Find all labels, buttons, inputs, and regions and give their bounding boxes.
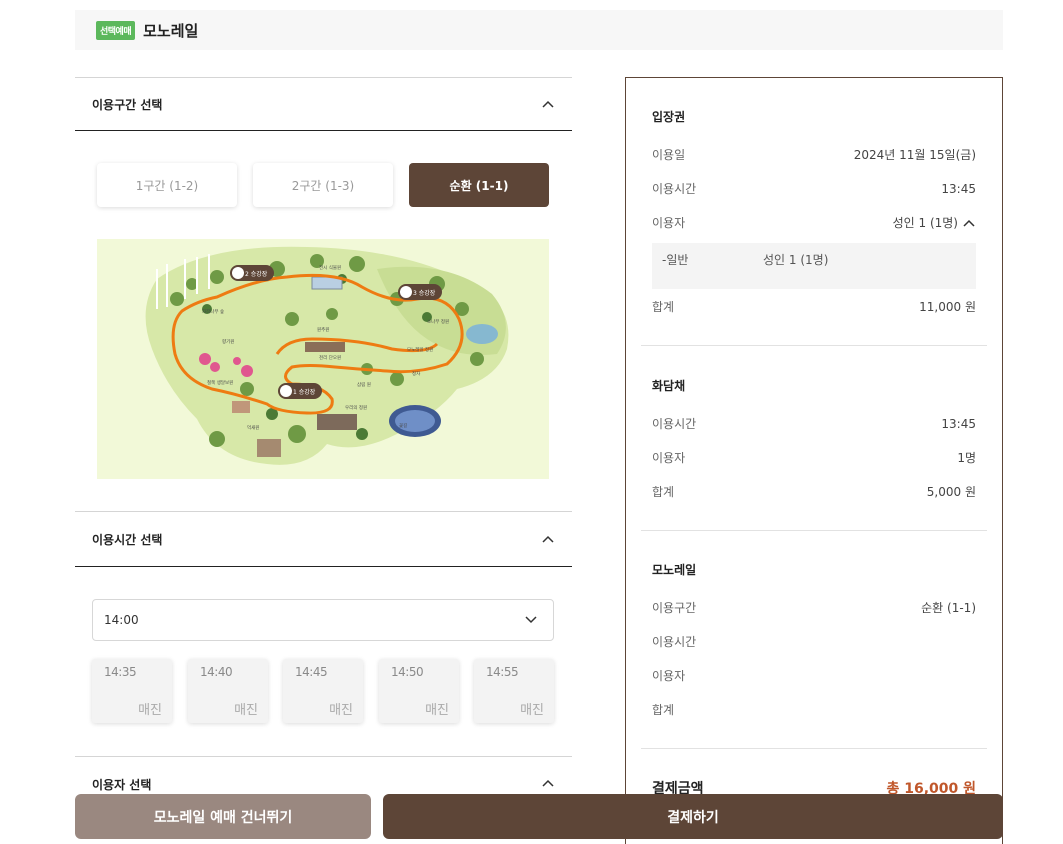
summary-label: 이용구간 (652, 601, 697, 615)
divider (641, 530, 987, 531)
chevron-up-icon[interactable] (541, 532, 555, 546)
summary-label: 합계 (652, 703, 675, 717)
summary-label: 이용시간 (652, 182, 697, 196)
station-label-1: 1 승강장 (293, 388, 316, 396)
slot-status: 매진 (520, 703, 544, 718)
summary-row: 이용일 2024년 11월 15일(금) (652, 146, 976, 163)
pay-button[interactable]: 결제하기 (383, 794, 1003, 839)
hwadamchae-summary-title: 화담채 (652, 379, 686, 393)
summary-row-users[interactable]: 이용자 성인 1 (1명) (652, 214, 976, 231)
summary-value: 2024년 11월 15일(금) (853, 148, 976, 162)
segment-button-1[interactable]: 1구간 (1-2) (97, 163, 237, 207)
divider (641, 345, 987, 346)
summary-value: 13:45 (941, 416, 976, 431)
slot-time: 14:50 (391, 665, 424, 679)
divider (641, 748, 987, 749)
summary-value: 11,000 원 (919, 300, 976, 314)
summary-label: 이용시간 (652, 635, 697, 649)
slot-status: 매진 (138, 703, 162, 718)
summary-label: 이용자 (652, 451, 686, 465)
summary-row: 이용구간 순환 (1-1) (652, 599, 976, 616)
summary-value: 5,000 원 (926, 485, 976, 499)
summary-label: 합계 (652, 300, 675, 314)
slot-time: 14:45 (295, 665, 328, 679)
users-section-title: 이용자 선택 (92, 778, 152, 792)
ticket-summary-title: 입장권 (652, 110, 686, 124)
time-section-header[interactable]: 이용시간 선택 (75, 511, 572, 567)
slot-time: 14:55 (486, 665, 519, 679)
map-label: 삼림 원 (357, 381, 371, 388)
booking-form: 이용구간 선택 1구간 (1-2) 2구간 (1-3) 순환 (1-1) 2 승… (75, 0, 572, 844)
summary-row: 이용자 1명 (652, 449, 976, 466)
time-slot[interactable]: 14:35 매진 (92, 659, 172, 723)
slot-time: 14:35 (104, 665, 137, 679)
map-label: 억새원 (247, 424, 259, 431)
map-label: 향기원 (222, 338, 234, 345)
station-label-2: 2 승강장 (245, 270, 268, 278)
map-label: 우리의 정원 (345, 404, 367, 411)
summary-row: 합계 5,000 원 (652, 483, 976, 500)
order-summary-panel: 입장권 이용일 2024년 11월 15일(금) 이용시간 13:45 이용자 … (625, 77, 1003, 844)
summary-row: 이용시간 (652, 633, 976, 650)
map-label: 정자 (412, 370, 421, 377)
summary-row: 이용자 (652, 667, 976, 684)
map-label: 자작나무 숲 (202, 308, 224, 315)
route-section-title: 이용구간 선택 (92, 97, 163, 112)
summary-row: 이용시간 13:45 (652, 415, 976, 432)
time-slot[interactable]: 14:45 매진 (283, 659, 363, 723)
route-section-header[interactable]: 이용구간 선택 (75, 77, 572, 131)
summary-label: 이용자 (652, 216, 686, 230)
time-slot[interactable]: 14:55 매진 (474, 659, 554, 723)
summary-label: 이용일 (652, 148, 686, 162)
time-slot[interactable]: 14:50 매진 (379, 659, 459, 723)
route-map: 2 승강장 3 승강장 1 승강장 전시 식물원 자작나무 숲 원추원 향기원 … (97, 239, 549, 479)
summary-row: 합계 11,000 원 (652, 298, 976, 315)
summary-label: 이용시간 (652, 417, 697, 431)
skip-monorail-button[interactable]: 모노레일 예매 건너뛰기 (75, 794, 371, 839)
summary-value: 1명 (957, 451, 976, 465)
summary-value: 성인 1 (1명) (892, 216, 958, 230)
slot-status: 매진 (425, 703, 449, 718)
summary-label: 합계 (652, 485, 675, 499)
time-select-value: 14:00 (104, 613, 139, 627)
map-label: 꽃길 (399, 422, 407, 429)
user-detail-box: -일반 성인 1 (1명) (652, 243, 976, 289)
summary-row: 이용시간 13:45 (652, 180, 976, 197)
slot-status: 매진 (329, 703, 353, 718)
map-label: 철쭉 생달보원 (207, 379, 233, 386)
station-label-3: 3 승강장 (413, 289, 436, 297)
summary-row: 합계 (652, 701, 976, 718)
chevron-up-icon[interactable] (541, 776, 555, 790)
slot-time: 14:40 (200, 665, 233, 679)
map-label: 원추원 (317, 326, 329, 333)
route-map-illustration: 2 승강장 3 승강장 1 승강장 전시 식물원 자작나무 숲 원추원 향기원 … (145, 246, 509, 465)
summary-value-wrap: 성인 1 (1명) (893, 214, 976, 231)
time-select[interactable]: 14:00 (92, 599, 554, 641)
chevron-up-icon[interactable] (962, 216, 976, 230)
map-label: 모노레일 정원 (407, 346, 433, 353)
segment-button-2[interactable]: 2구간 (1-3) (253, 163, 393, 207)
map-label: 소나무 정원 (427, 318, 449, 325)
detail-type: -일반 (662, 253, 689, 267)
time-section-title: 이용시간 선택 (92, 532, 163, 547)
summary-value: 13:45 (941, 181, 976, 196)
map-label: 천리 단오원 (319, 354, 341, 361)
time-slot[interactable]: 14:40 매진 (188, 659, 268, 723)
segment-button-circular[interactable]: 순환 (1-1) (409, 163, 549, 207)
slot-status: 매진 (234, 703, 258, 718)
chevron-up-icon[interactable] (541, 97, 555, 111)
monorail-summary-title: 모노레일 (652, 563, 697, 577)
detail-value: 성인 1 (1명) (763, 253, 829, 267)
chevron-down-icon (525, 616, 537, 624)
summary-value: 순환 (1-1) (921, 601, 976, 615)
map-label: 전시 식물원 (319, 264, 341, 271)
summary-label: 이용자 (652, 669, 686, 683)
